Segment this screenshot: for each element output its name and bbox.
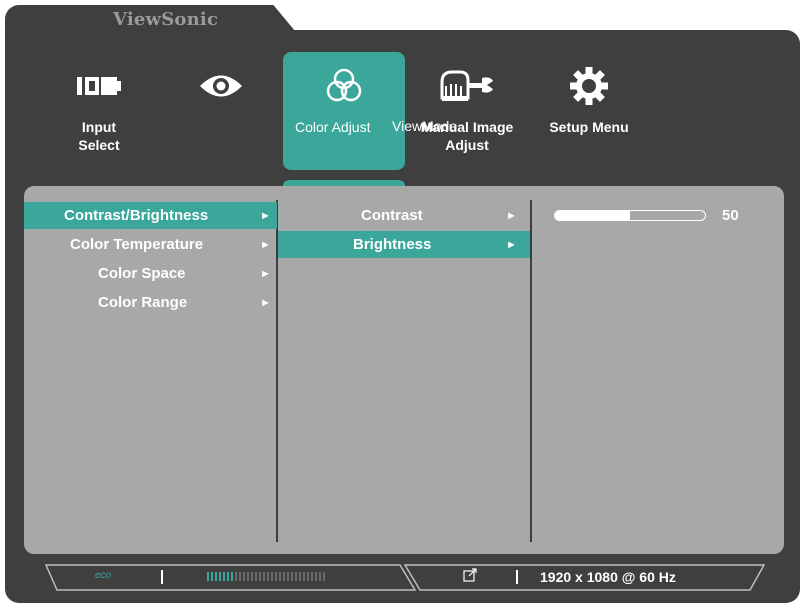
osd-window: ViewSonic Input Select Color Adjust View… — [0, 0, 803, 606]
menu-label: Manual Image Adjust — [420, 119, 514, 153]
menu-eye[interactable] — [160, 52, 282, 170]
status-bar: eco 1920 x 1080 @ 60 Hz — [45, 564, 765, 591]
submenu-color-range[interactable]: Color Range ► — [24, 289, 277, 316]
submenu-color-space[interactable]: Color Space ► — [24, 260, 277, 287]
slider-value: 50 — [722, 207, 739, 224]
submenu-label: Color Temperature — [70, 236, 204, 253]
status-separator — [516, 570, 518, 584]
menu-label: Setup Menu — [549, 119, 629, 135]
gear-icon — [528, 66, 650, 106]
menu-manual-image-adjust[interactable]: Manual Image Adjust — [406, 52, 528, 170]
resolution-readout: 1920 x 1080 @ 60 Hz — [540, 569, 676, 585]
input-select-icon — [38, 66, 160, 106]
submenu-label: Color Space — [98, 265, 186, 282]
brand-logo: ViewSonic — [113, 9, 219, 30]
menu-setup[interactable]: Setup Menu — [528, 52, 650, 170]
arrow-right-icon: ► — [260, 209, 271, 222]
submenu-label: Color Range — [98, 294, 188, 311]
menu-label: Color Adjust — [295, 119, 371, 135]
brightness-slider[interactable] — [554, 210, 706, 221]
arrow-right-icon: ► — [506, 209, 517, 222]
arrow-right-icon: ► — [506, 238, 517, 251]
menu-input-select[interactable]: Input Select — [38, 52, 160, 170]
arrow-right-icon: ► — [260, 296, 271, 309]
hand-wrench-icon — [406, 66, 528, 106]
submenu-contrast-brightness[interactable]: Contrast/Brightness ► — [24, 202, 277, 229]
eye-icon — [160, 66, 282, 106]
eco-meter-icon — [207, 572, 325, 581]
option-brightness[interactable]: Brightness ► — [278, 231, 530, 258]
submenu-label: Contrast/Brightness — [64, 207, 209, 224]
submenu-color-temperature[interactable]: Color Temperature ► — [24, 231, 277, 258]
status-separator — [161, 570, 163, 584]
arrow-right-icon: ► — [260, 238, 271, 251]
option-contrast[interactable]: Contrast ► — [278, 202, 530, 229]
eco-icon: eco — [95, 570, 112, 581]
color-circles-icon — [283, 66, 405, 106]
slider-fill — [555, 211, 630, 220]
menu-color-adjust[interactable]: Color Adjust — [283, 52, 405, 170]
arrow-right-icon: ► — [260, 267, 271, 280]
option-label: Contrast — [361, 207, 423, 224]
column-divider — [530, 200, 532, 542]
option-label: Brightness — [353, 236, 432, 253]
menu-label: Input Select — [78, 119, 120, 153]
